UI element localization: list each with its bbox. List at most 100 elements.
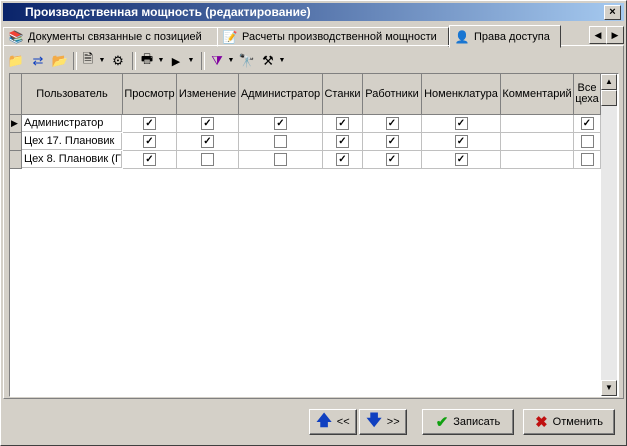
vertical-scrollbar[interactable]: ▲ ▼ [601, 74, 617, 396]
row-indicator[interactable] [10, 133, 22, 151]
scroll-thumb[interactable] [601, 90, 617, 106]
checkbox-workers[interactable]: ✓ [385, 135, 399, 148]
previous-label: << [336, 416, 350, 428]
column-header-comment[interactable]: Комментарий [501, 74, 574, 115]
checkbox-machines[interactable]: ✓ [336, 135, 349, 148]
cross-icon: ✖ [535, 414, 548, 431]
cell-user[interactable]: Администратор [22, 115, 122, 132]
chevron-down-icon[interactable]: ▼ [98, 51, 106, 71]
cell-machines[interactable]: ✓ [323, 133, 363, 151]
column-header-nomenclature[interactable]: Номенклатура [422, 74, 501, 115]
checkbox-all-shops[interactable] [580, 153, 594, 166]
close-button[interactable]: × [604, 5, 621, 20]
cell-user[interactable]: Цех 17. Плановик [22, 133, 122, 150]
column-header-user[interactable]: Пользователь [22, 74, 123, 115]
row-indicator[interactable]: ▶ [10, 115, 22, 133]
cell-admin[interactable] [239, 133, 323, 151]
cell-comment[interactable] [501, 115, 574, 133]
cell-nomenclature[interactable]: ✓ [422, 115, 501, 133]
tab-capacity-calculations[interactable]: 📝 Расчеты производственной мощности [217, 27, 449, 47]
next-record-button[interactable]: 🡇 >> [359, 409, 407, 435]
cell-all-shops[interactable]: ✓ [574, 115, 601, 133]
checkbox-nomenclature[interactable]: ✓ [454, 135, 468, 148]
column-header-edit[interactable]: Изменение [177, 74, 239, 115]
cell-workers[interactable]: ✓ [363, 115, 422, 133]
column-header-view[interactable]: Просмотр [123, 74, 177, 115]
cell-admin[interactable]: ✓ [239, 115, 323, 133]
cell-admin[interactable] [239, 151, 323, 169]
cell-workers[interactable]: ✓ [363, 151, 422, 169]
cell-comment[interactable] [501, 133, 574, 151]
tools-icon[interactable]: ⚒ [259, 51, 277, 71]
cell-view[interactable]: ✓ [123, 151, 177, 169]
next-label: >> [386, 416, 400, 428]
row-indicator[interactable] [10, 151, 22, 169]
tab-label: Права доступа [474, 30, 550, 43]
cell-view[interactable]: ✓ [123, 115, 177, 133]
chevron-down-icon[interactable]: ▼ [157, 51, 165, 71]
checkbox-admin[interactable] [274, 135, 287, 148]
checkbox-machines[interactable]: ✓ [336, 153, 349, 166]
save-button[interactable]: ✔ Записать [422, 409, 514, 435]
checkbox-edit[interactable] [201, 153, 214, 166]
chevron-down-icon[interactable]: ▼ [278, 51, 286, 71]
checkbox-all-shops[interactable] [580, 135, 594, 148]
copy-record-icon[interactable]: ⇄ [29, 51, 47, 71]
title-bar[interactable]: Производственная мощность (редактировани… [3, 3, 624, 21]
delete-record-icon[interactable]: 📂 [51, 51, 69, 71]
scroll-down-button[interactable]: ▼ [601, 380, 617, 396]
chevron-down-icon[interactable]: ▼ [227, 51, 235, 71]
checkbox-nomenclature[interactable]: ✓ [454, 153, 468, 166]
cancel-button[interactable]: ✖ Отменить [523, 409, 615, 435]
user-icon: 👤 [454, 29, 470, 44]
tab-scroll-right-button[interactable]: ▶ [606, 26, 624, 44]
cell-machines[interactable]: ✓ [323, 151, 363, 169]
access-rights-grid[interactable]: Пользователь Просмотр Изменение Админист… [9, 73, 619, 397]
cancel-label: Отменить [552, 416, 603, 428]
checkbox-workers[interactable]: ✓ [385, 117, 399, 130]
cell-all-shops[interactable] [574, 151, 601, 169]
tab-scroll-left-button[interactable]: ◀ [589, 26, 607, 44]
column-header-workers[interactable]: Работники [363, 74, 422, 115]
checkbox-admin[interactable]: ✓ [274, 117, 287, 130]
cell-edit[interactable]: ✓ [177, 133, 239, 151]
cell-edit[interactable] [177, 151, 239, 169]
filter-icon[interactable]: ⧩ [208, 51, 226, 71]
tab-related-documents[interactable]: 📚 Документы связанные с позицией [3, 27, 218, 47]
checkbox-view[interactable]: ✓ [143, 117, 156, 130]
chevron-down-icon[interactable]: ▼ [187, 51, 195, 71]
checkbox-view[interactable]: ✓ [143, 153, 156, 166]
checkbox-all-shops[interactable]: ✓ [580, 117, 594, 130]
cell-comment[interactable] [501, 151, 574, 169]
documents-icon: 📚 [8, 30, 24, 44]
checkbox-nomenclature[interactable]: ✓ [454, 117, 468, 130]
binoculars-icon[interactable]: 🔭 [238, 51, 256, 71]
cell-view[interactable]: ✓ [123, 133, 177, 151]
column-header-all-shops[interactable]: Все цеха [574, 74, 601, 115]
checkbox-workers[interactable]: ✓ [385, 153, 399, 166]
add-record-icon[interactable]: 📁 [7, 51, 25, 71]
document-icon[interactable]: 🗎 [79, 51, 97, 71]
scroll-up-button[interactable]: ▲ [601, 74, 617, 90]
cell-workers[interactable]: ✓ [363, 133, 422, 151]
tab-access-rights[interactable]: 👤 Права доступа [449, 25, 561, 48]
checkbox-edit[interactable]: ✓ [201, 135, 214, 148]
previous-record-button[interactable]: 🡅 << [309, 409, 357, 435]
column-header-admin[interactable]: Администратор [239, 74, 323, 115]
checkbox-machines[interactable]: ✓ [336, 117, 349, 130]
cell-nomenclature[interactable]: ✓ [422, 133, 501, 151]
notepad-icon: 📝 [222, 30, 238, 44]
checkbox-admin[interactable] [274, 153, 287, 166]
print-icon[interactable]: 🖶 [138, 51, 156, 71]
cell-all-shops[interactable] [574, 133, 601, 151]
play-icon[interactable]: ▶ [169, 51, 183, 71]
properties-icon[interactable]: ⚙ [109, 51, 127, 71]
cell-edit[interactable]: ✓ [177, 115, 239, 133]
checkbox-edit[interactable]: ✓ [201, 117, 214, 130]
cell-machines[interactable]: ✓ [323, 115, 363, 133]
column-header-machines[interactable]: Станки [323, 74, 363, 115]
cell-user[interactable]: Цех 8. Плановик (Г [22, 151, 122, 168]
cell-nomenclature[interactable]: ✓ [422, 151, 501, 169]
tab-strip: 📚 Документы связанные с позицией 📝 Расче… [3, 25, 588, 48]
checkbox-view[interactable]: ✓ [143, 135, 156, 148]
